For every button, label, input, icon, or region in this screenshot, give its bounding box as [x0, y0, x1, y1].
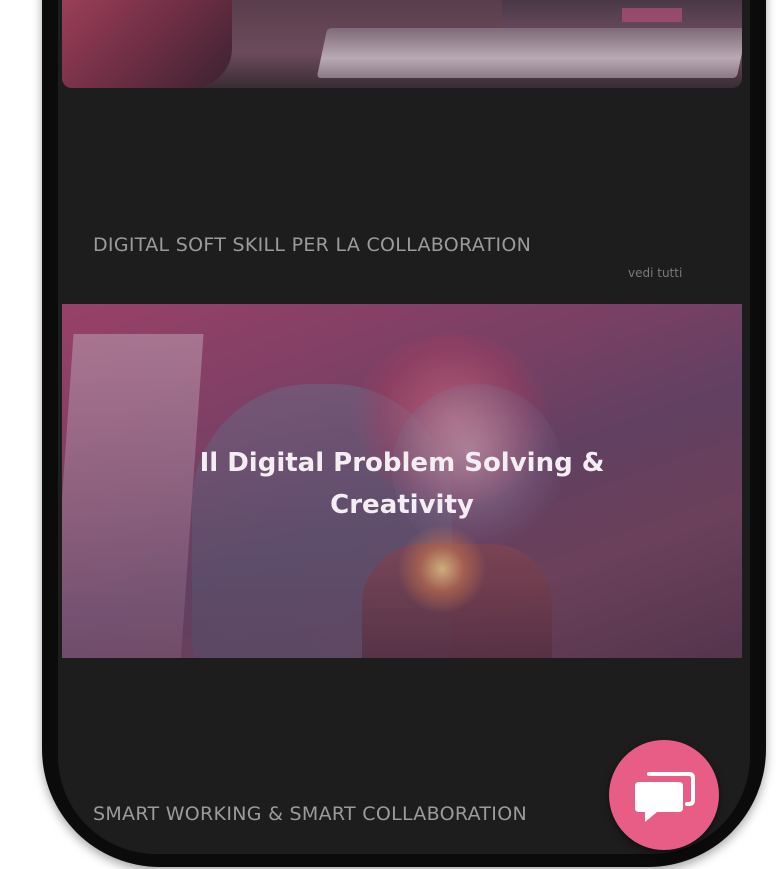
app-screen: DIGITAL SOFT SKILL PER LA COLLABORATION … [58, 0, 750, 854]
image-accent [622, 8, 682, 22]
course-card-title: Il Digital Problem Solving & Creativity [62, 442, 742, 526]
image-laptop [316, 28, 742, 78]
course-card-title-line-1: Il Digital Problem Solving & [199, 448, 605, 478]
course-card-image-top[interactable] [62, 0, 742, 88]
section-title-digital-soft-skill: DIGITAL SOFT SKILL PER LA COLLABORATION [93, 234, 532, 256]
chat-bubble-icon [635, 772, 695, 822]
see-all-link[interactable]: vedi tutti [628, 266, 682, 280]
section-title-smart-working: SMART WORKING & SMART COLLABORATION [93, 803, 527, 825]
chat-button[interactable] [609, 740, 719, 850]
course-card-problem-solving[interactable]: Il Digital Problem Solving & Creativity [62, 304, 742, 658]
image-arm [62, 0, 232, 88]
course-card-title-line-2: Creativity [330, 490, 474, 520]
